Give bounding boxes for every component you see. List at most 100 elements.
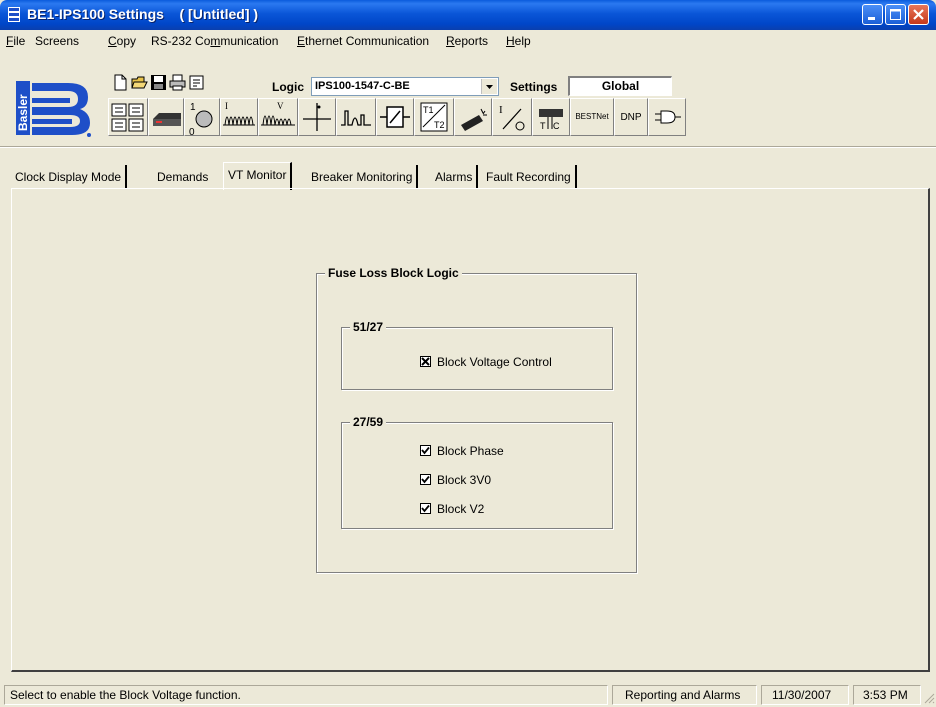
tab-vt-monitor[interactable]: VT Monitor bbox=[223, 162, 293, 190]
menu-screens[interactable]: Screens bbox=[35, 34, 79, 48]
block-voltage-control-label: Block Voltage Control bbox=[437, 355, 552, 369]
group-27-59: 27/59 Block Phase Block 3V0 Block V2 bbox=[341, 415, 613, 529]
current-waveform-icon: I bbox=[223, 101, 255, 126]
status-time: 3:53 PM bbox=[853, 685, 921, 705]
pulse-waveform-icon bbox=[341, 110, 371, 126]
logic-dropdown[interactable]: IPS100-1547-C-BE bbox=[311, 77, 499, 96]
close-button[interactable] bbox=[908, 4, 929, 25]
save-icon[interactable] bbox=[150, 74, 167, 91]
menu-rs232-label-a: RS-232 Co bbox=[151, 34, 211, 48]
menu-rs232[interactable]: RS-232 Communication bbox=[151, 34, 278, 48]
window-title: BE1-IPS100 Settings ( [Untitled] ) bbox=[27, 6, 259, 22]
tc-button[interactable]: TC bbox=[532, 98, 570, 136]
basler-logo: Basler bbox=[16, 81, 91, 137]
fuse-loss-block-logic-group: Fuse Loss Block Logic 51/27 Block Voltag… bbox=[316, 266, 637, 573]
t1-t2-timer-icon: T1T2 bbox=[420, 102, 448, 132]
menu-reports-accel: R bbox=[446, 34, 455, 48]
breaker-io-button[interactable]: I bbox=[492, 98, 532, 136]
menu-copy-accel: C bbox=[108, 34, 117, 48]
communication-button[interactable] bbox=[148, 98, 184, 136]
logic-label: Logic bbox=[272, 80, 304, 94]
menu-reports[interactable]: Reports bbox=[446, 34, 488, 48]
menu-help[interactable]: Help bbox=[506, 34, 531, 48]
minimize-button[interactable] bbox=[862, 4, 883, 25]
checkmark-icon bbox=[421, 504, 430, 513]
menu-screens-label: Screens bbox=[35, 34, 80, 48]
maximize-icon bbox=[890, 9, 901, 20]
tab-fault-recording[interactable]: Fault Recording bbox=[482, 165, 577, 189]
title-bar[interactable]: BE1-IPS100 Settings ( [Untitled] ) bbox=[0, 0, 936, 30]
tab-breaker-monitoring[interactable]: Breaker Monitoring bbox=[307, 165, 419, 189]
contact-input-icon: 10 bbox=[189, 102, 213, 135]
menu-file[interactable]: File bbox=[6, 34, 25, 48]
logic-timers-button[interactable] bbox=[376, 98, 414, 136]
properties-icon[interactable] bbox=[188, 74, 205, 91]
status-message: Select to enable the Block Voltage funct… bbox=[4, 685, 608, 705]
current-switch-icon: I bbox=[499, 104, 525, 131]
breaker-monitor-button[interactable] bbox=[454, 98, 492, 136]
crosshair-icon bbox=[303, 103, 331, 131]
bestnet-button[interactable]: BESTNet bbox=[570, 98, 614, 136]
svg-text:V: V bbox=[277, 101, 284, 111]
menu-help-accel: H bbox=[506, 34, 515, 48]
breaker-spark-icon bbox=[461, 108, 487, 131]
tab-alarms[interactable]: Alarms bbox=[431, 165, 479, 189]
and-gate-icon bbox=[655, 110, 681, 124]
logo-text: Basler bbox=[16, 94, 30, 131]
checkbox-box[interactable] bbox=[420, 356, 431, 367]
timers-button[interactable]: T1 T2 bbox=[414, 98, 454, 136]
settings-field: Global bbox=[568, 76, 672, 96]
checkmark-icon bbox=[421, 446, 430, 455]
open-folder-icon[interactable] bbox=[131, 74, 148, 91]
block-v2-label: Block V2 bbox=[437, 502, 485, 516]
maximize-button[interactable] bbox=[885, 4, 906, 25]
menu-bar: File Screens Copy RS-232 Communication E… bbox=[0, 30, 936, 51]
voltage-protection-button[interactable]: V bbox=[258, 98, 298, 136]
block-phase-label: Block Phase bbox=[437, 444, 504, 458]
checkmark-icon bbox=[421, 475, 430, 484]
x-check-icon bbox=[421, 357, 430, 366]
logic-value: IPS100-1547-C-BE bbox=[315, 80, 410, 92]
group-51-27: 51/27 Block Voltage Control bbox=[341, 320, 613, 390]
frequency-button[interactable] bbox=[298, 98, 336, 136]
tab-clock-display-mode[interactable]: Clock Display Mode bbox=[11, 165, 128, 189]
tab-demands[interactable]: Demands bbox=[153, 165, 212, 189]
trip-circuit-icon: TC bbox=[539, 109, 563, 131]
status-bar: Select to enable the Block Voltage funct… bbox=[0, 683, 936, 707]
general-settings-button[interactable] bbox=[108, 98, 148, 136]
menu-copy[interactable]: Copy bbox=[108, 34, 136, 48]
toolbar-separator bbox=[0, 146, 936, 148]
svg-text:I: I bbox=[499, 104, 503, 116]
new-file-icon[interactable] bbox=[112, 74, 129, 91]
status-date: 11/30/2007 bbox=[761, 685, 849, 705]
menu-rs232-label-b: munication bbox=[220, 34, 279, 48]
voltage-waveform-icon: V bbox=[261, 101, 295, 126]
print-icon[interactable] bbox=[169, 74, 186, 91]
app-icon bbox=[8, 7, 20, 22]
block-3v0-label: Block 3V0 bbox=[437, 473, 492, 487]
minimize-icon bbox=[868, 17, 875, 20]
menu-ethernet-accel: E bbox=[297, 34, 306, 48]
menu-ethernet[interactable]: Ethernet Communication bbox=[297, 34, 429, 48]
inputs-button[interactable]: 10 bbox=[184, 98, 220, 136]
vt-monitor-panel: Fuse Loss Block Logic 51/27 Block Voltag… bbox=[11, 188, 930, 672]
svg-text:T: T bbox=[540, 121, 546, 131]
current-protection-button[interactable]: I bbox=[220, 98, 258, 136]
svg-text:0: 0 bbox=[189, 127, 195, 135]
bestnet-label: BESTNet bbox=[575, 112, 609, 121]
svg-text:T1: T1 bbox=[423, 105, 434, 115]
svg-text:I: I bbox=[225, 101, 228, 111]
reclosing-button[interactable] bbox=[336, 98, 376, 136]
dnp-button[interactable]: DNP bbox=[614, 98, 648, 136]
fuse-loss-title: Fuse Loss Block Logic bbox=[325, 266, 462, 280]
chevron-down-icon[interactable] bbox=[481, 79, 497, 94]
relay-unit-icon bbox=[153, 113, 181, 126]
logic-gate-button[interactable] bbox=[648, 98, 686, 136]
svg-text:C: C bbox=[553, 121, 560, 131]
logic-block-icon bbox=[380, 106, 410, 128]
group-51-27-title: 51/27 bbox=[350, 320, 387, 334]
resize-grip-icon[interactable] bbox=[923, 692, 935, 704]
checkbox-box[interactable] bbox=[420, 474, 431, 485]
checkbox-box[interactable] bbox=[420, 503, 431, 514]
checkbox-box[interactable] bbox=[420, 445, 431, 456]
